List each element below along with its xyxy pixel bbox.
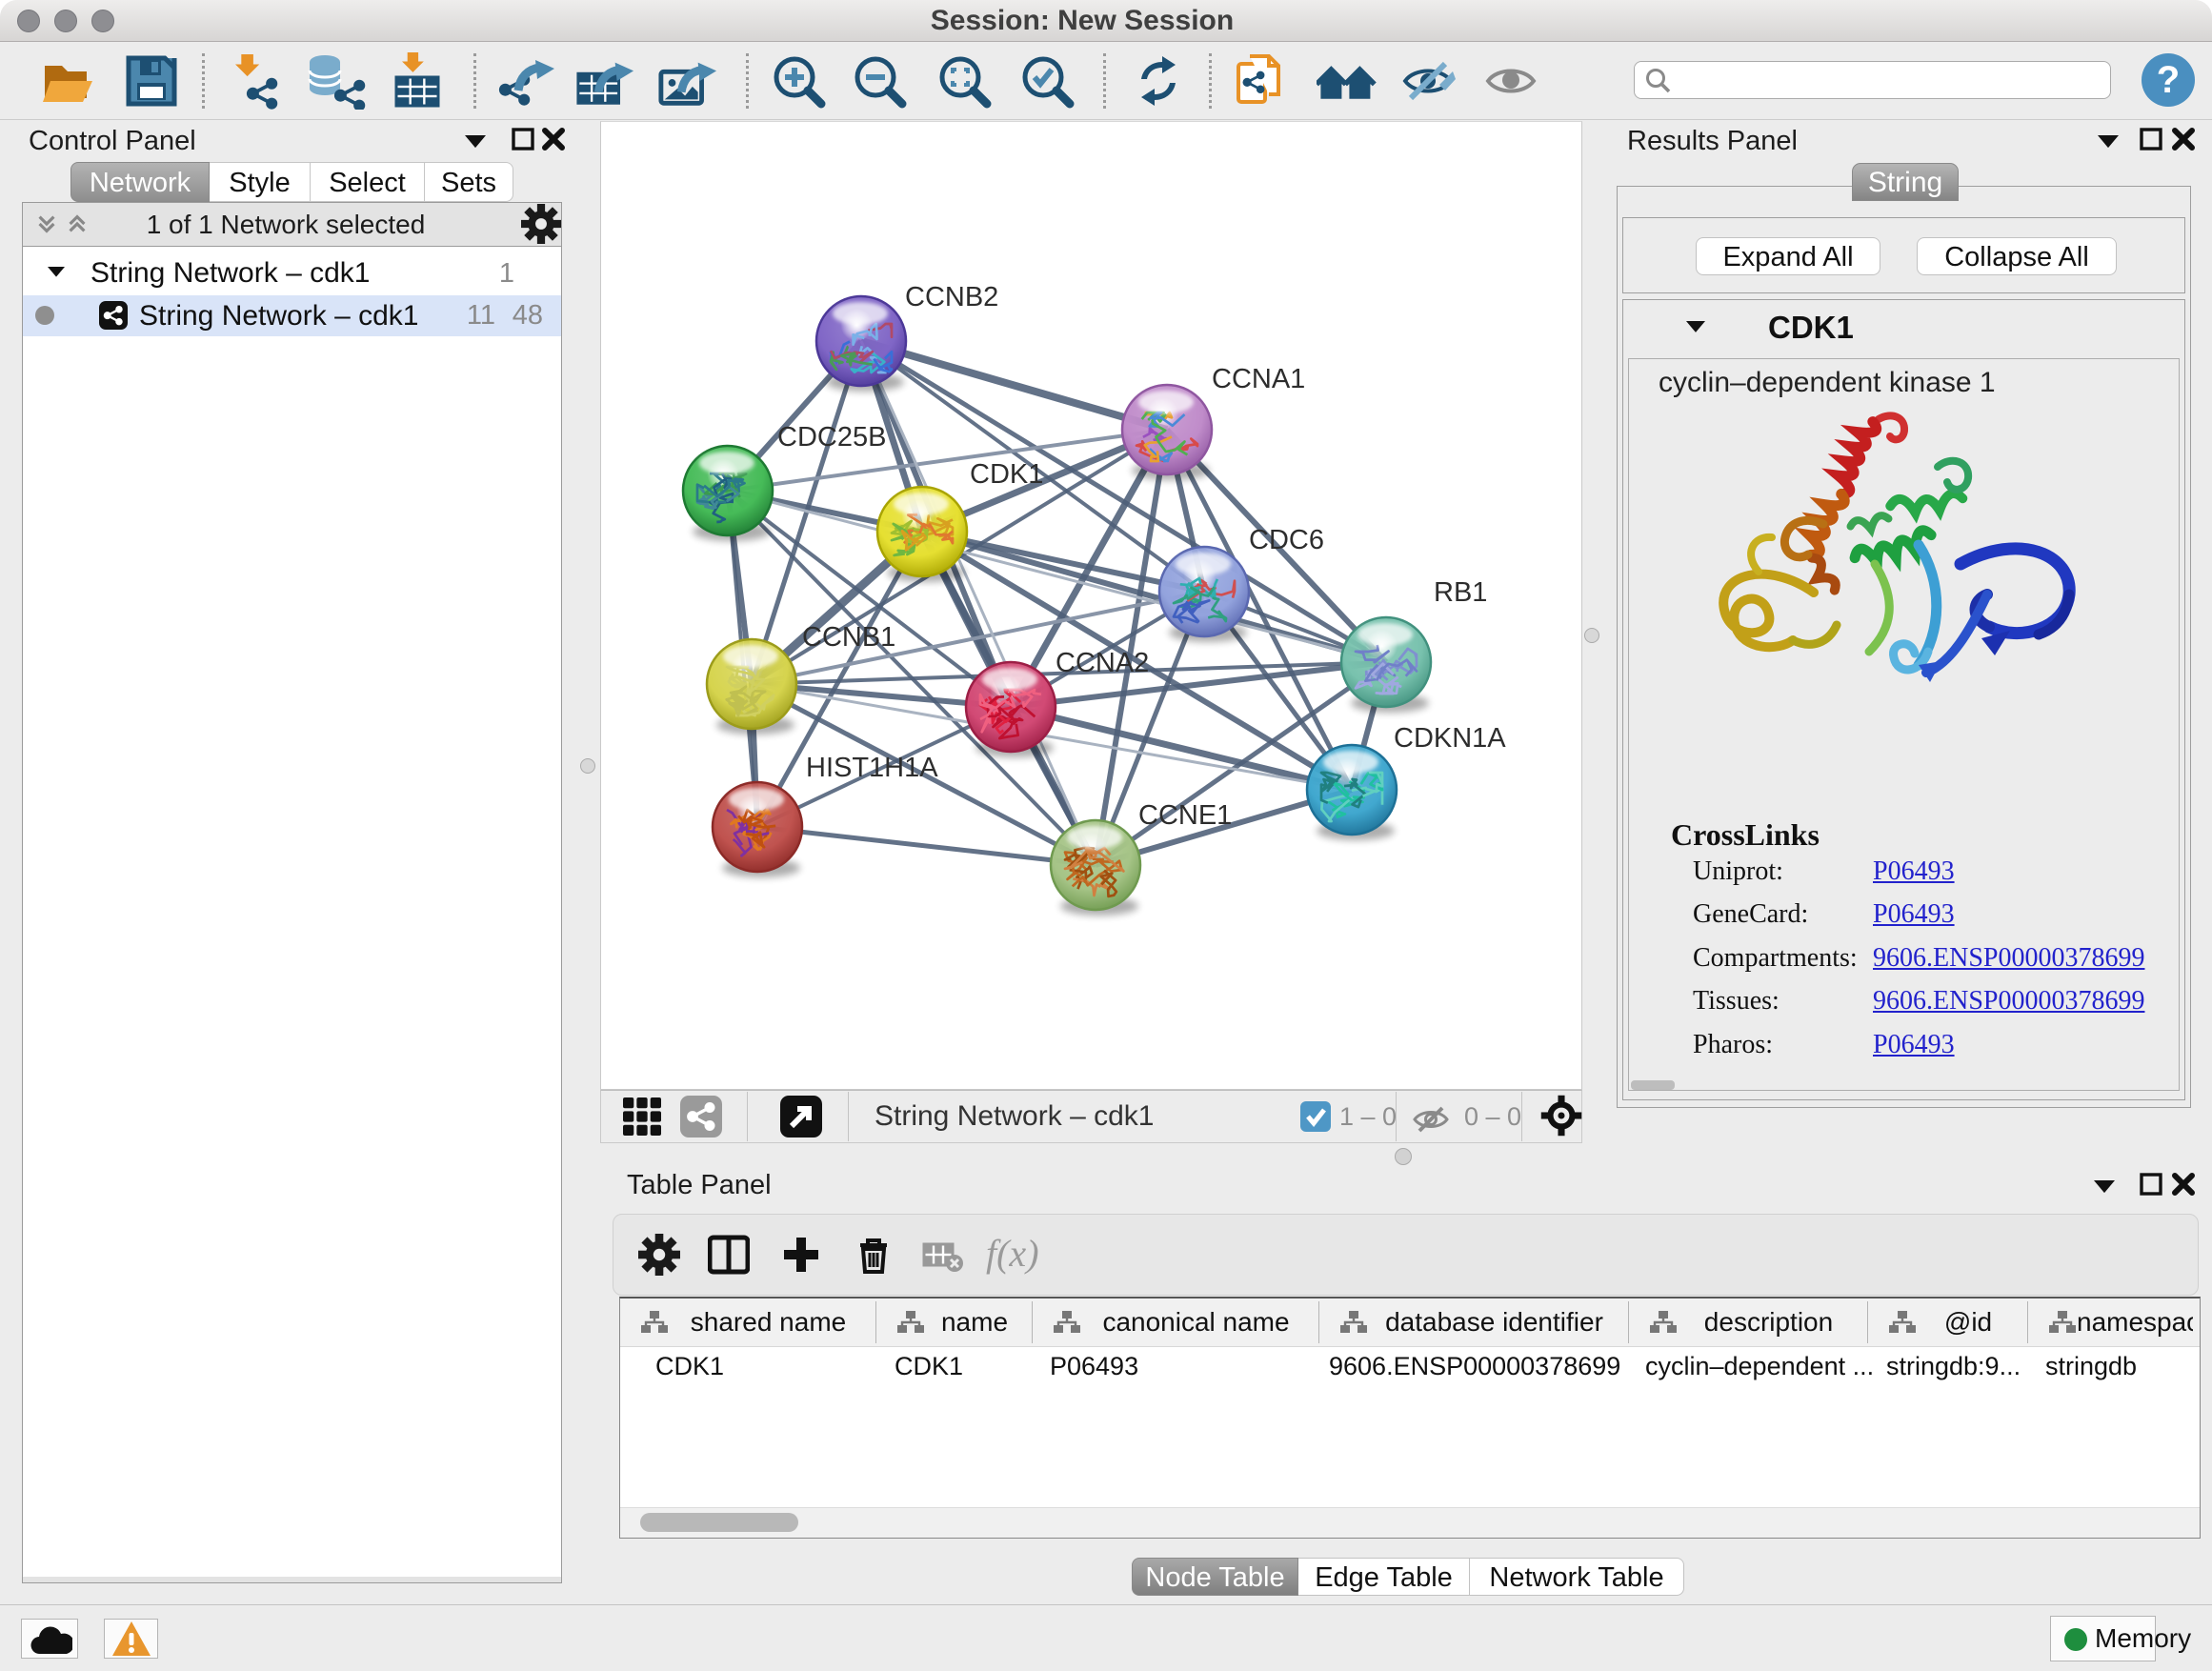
svg-text:CDKN1A: CDKN1A (1394, 723, 1506, 754)
svg-text:CCNB1: CCNB1 (802, 622, 895, 653)
svg-text:CCNA2: CCNA2 (1056, 648, 1149, 678)
svg-text:CDC6: CDC6 (1249, 525, 1324, 555)
svg-text:HIST1H1A: HIST1H1A (806, 753, 938, 783)
svg-text:CCNB2: CCNB2 (905, 282, 998, 312)
svg-text:RB1: RB1 (1434, 577, 1487, 608)
svg-text:CCNE1: CCNE1 (1138, 800, 1232, 831)
svg-text:CCNA1: CCNA1 (1212, 364, 1305, 394)
svg-text:CDK1: CDK1 (970, 459, 1043, 490)
svg-text:CDC25B: CDC25B (777, 422, 886, 453)
svg-text:?: ? (2157, 59, 2180, 101)
